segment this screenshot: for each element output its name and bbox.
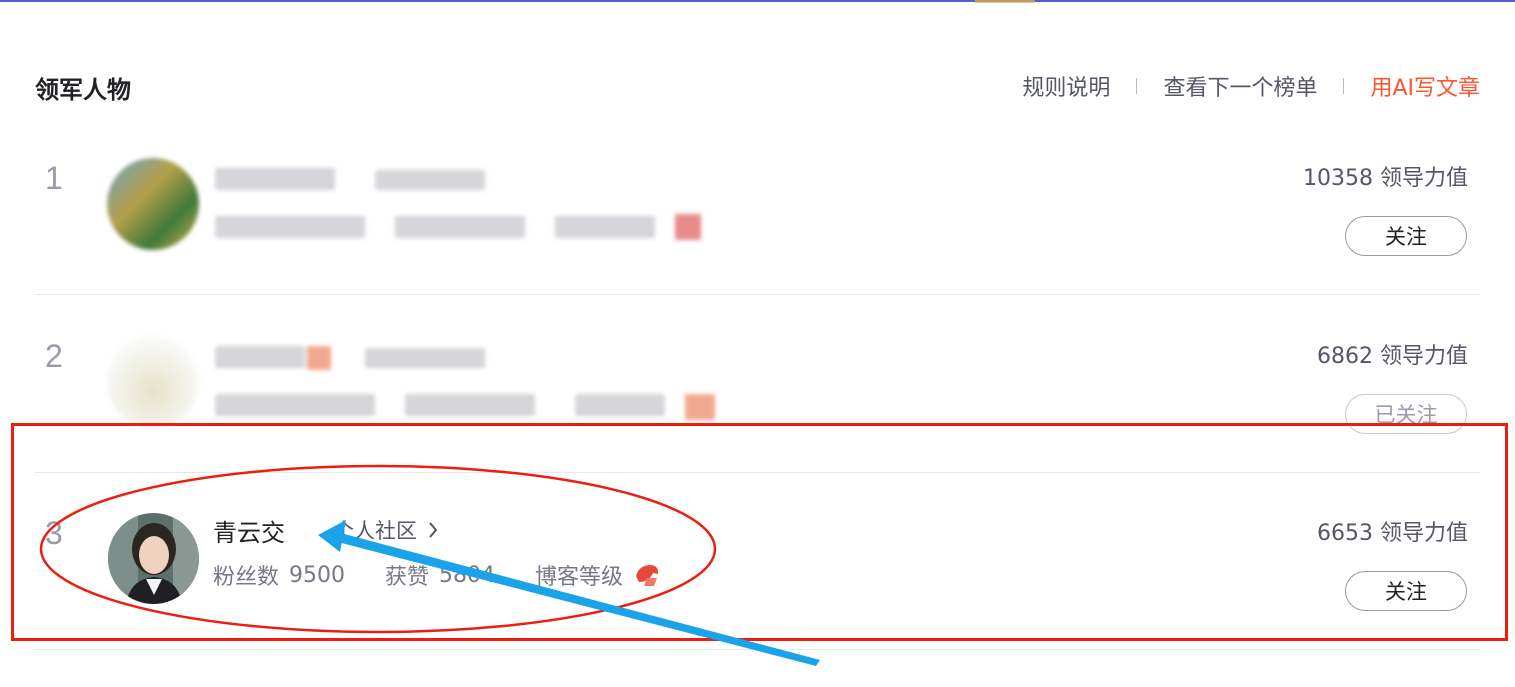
community-label: 个人社区 (333, 519, 417, 543)
avatar-portrait (108, 513, 199, 604)
rules-link[interactable]: 规则说明 (1022, 70, 1110, 102)
fans-label: 粉丝数 (213, 565, 280, 590)
page-title: 领军人物 (35, 76, 131, 104)
row-divider (35, 649, 1480, 650)
rank-number: 3 (45, 515, 63, 551)
chevron-right-icon (428, 519, 438, 543)
leadership-score: 10358 领导力值 (1303, 166, 1468, 191)
link-divider (1136, 78, 1138, 94)
avatar[interactable] (107, 158, 199, 250)
blog-level-badge-icon (633, 562, 661, 588)
blurred-user-info (215, 342, 735, 432)
followed-button[interactable]: 已关注 (1345, 394, 1467, 434)
fans-value: 9500 (289, 562, 346, 588)
leaderboard-header: 领军人物 规则说明 查看下一个榜单 用AI写文章 (35, 68, 1480, 108)
likes-value: 5804 (439, 562, 496, 588)
rank-number: 1 (45, 160, 63, 196)
avatar[interactable] (107, 336, 199, 428)
blog-level-label: 博客等级 (535, 565, 624, 590)
follow-button[interactable]: 关注 (1345, 571, 1467, 611)
top-accent-glow (975, 0, 1035, 3)
avatar[interactable] (108, 513, 199, 604)
ai-write-link[interactable]: 用AI写文章 (1370, 70, 1480, 102)
follow-button[interactable]: 关注 (1345, 216, 1467, 256)
next-list-link[interactable]: 查看下一个榜单 (1163, 70, 1317, 102)
leader-row: 2 6862 领导力值 已关注 (35, 334, 1480, 473)
row-divider (35, 294, 1480, 295)
leader-row: 3 青云交 个人社区 粉丝数 9500 获赞 5804 博客等级 6653 领导… (35, 511, 1480, 650)
link-divider (1343, 78, 1345, 94)
personal-community-link[interactable]: 个人社区 (333, 515, 438, 545)
leadership-score: 6862 领导力值 (1317, 344, 1468, 369)
user-name[interactable]: 青云交 (213, 513, 285, 548)
user-stats: 粉丝数 9500 获赞 5804 博客等级 (213, 559, 661, 591)
header-links: 规则说明 查看下一个榜单 用AI写文章 (1022, 70, 1480, 102)
leader-row: 1 10358 领导力值 关注 (35, 156, 1480, 295)
row-divider (35, 472, 1480, 473)
likes-label: 获赞 (385, 565, 430, 590)
leadership-score: 6653 领导力值 (1317, 521, 1468, 546)
blurred-user-info (215, 164, 715, 254)
rank-number: 2 (45, 338, 63, 374)
top-accent-bar (0, 0, 1515, 3)
